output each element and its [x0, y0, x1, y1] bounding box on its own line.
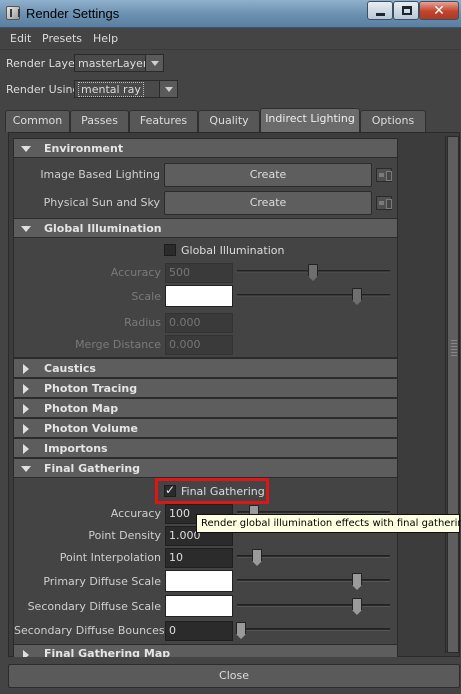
- maya-app-icon: [6, 6, 20, 20]
- section-title: Environment: [44, 142, 124, 155]
- vertical-scrollbar[interactable]: [445, 136, 459, 653]
- scrollbar-thumb[interactable]: [447, 136, 459, 653]
- tab-quality[interactable]: Quality: [198, 110, 260, 132]
- gi-checkbox[interactable]: [164, 244, 176, 256]
- section-final-gathering[interactable]: Final Gathering: [13, 458, 398, 478]
- ibl-create-button[interactable]: Create: [164, 163, 372, 187]
- tab-indirect-lighting[interactable]: Indirect Lighting: [260, 108, 360, 132]
- sun-sky-create-button[interactable]: Create: [164, 191, 372, 215]
- gi-merge-distance-label: Merge Distance: [75, 338, 161, 351]
- collapsed-triangle-icon: [23, 650, 29, 657]
- render-layer-label: Render Layer: [6, 57, 80, 70]
- fg-point-interpolation-label: Point Interpolation: [59, 551, 161, 564]
- window-title: Render Settings: [26, 6, 120, 21]
- section-title: Final Gathering Map: [44, 647, 171, 657]
- sun-sky-label: Physical Sun and Sky: [43, 196, 160, 209]
- tooltip: Render global illumination effects with …: [196, 514, 461, 533]
- fg-secondary-diffuse-slider-handle[interactable]: [352, 598, 362, 615]
- scroll-grip-icon: [451, 340, 457, 358]
- fg-secondary-bounces-slider-track[interactable]: [237, 628, 390, 631]
- gi-radius-field[interactable]: 0.000: [165, 313, 233, 333]
- collapsed-triangle-icon: [23, 364, 29, 374]
- tab-passes[interactable]: Passes: [70, 110, 129, 132]
- fg-secondary-diffuse-swatch[interactable]: [165, 595, 233, 617]
- tab-features[interactable]: Features: [129, 110, 198, 132]
- render-layer-value: masterLayer: [78, 57, 148, 70]
- section-photon-tracing[interactable]: Photon Tracing: [13, 378, 398, 398]
- fg-accuracy-label: Accuracy: [110, 507, 161, 520]
- menu-presets[interactable]: Presets: [42, 32, 82, 45]
- close-window-button[interactable]: ✕: [419, 1, 459, 20]
- gi-accuracy-label: Accuracy: [110, 266, 161, 279]
- section-environment[interactable]: Environment: [13, 138, 398, 158]
- section-photon-map[interactable]: Photon Map: [13, 398, 398, 418]
- render-using-value: mental ray: [78, 82, 144, 97]
- maximize-button[interactable]: [393, 1, 419, 20]
- expanded-triangle-icon: [21, 146, 31, 152]
- fg-point-interpolation-field[interactable]: 10: [165, 548, 233, 568]
- chevron-down-icon: [159, 81, 177, 97]
- render-using-dropdown[interactable]: mental ray: [74, 80, 178, 98]
- gi-accuracy-field[interactable]: 500: [165, 263, 233, 283]
- section-photon-volume[interactable]: Photon Volume: [13, 418, 398, 438]
- fg-secondary-diffuse-slider-track[interactable]: [237, 604, 390, 607]
- render-using-label: Render Using: [6, 83, 80, 96]
- gi-merge-distance-field[interactable]: 0.000: [165, 335, 233, 355]
- collapsed-triangle-icon: [23, 404, 29, 414]
- section-title: Final Gathering: [44, 462, 141, 475]
- minimize-icon: [376, 13, 385, 16]
- collapsed-triangle-icon: [23, 384, 29, 394]
- section-title: Global Illumination: [44, 222, 162, 235]
- fg-point-interpolation-slider-handle[interactable]: [252, 549, 262, 566]
- gi-scale-slider-track[interactable]: [237, 294, 390, 297]
- fg-point-density-label: Point Density: [88, 529, 161, 542]
- fg-secondary-diffuse-label: Secondary Diffuse Scale: [27, 600, 161, 613]
- collapsed-triangle-icon: [23, 424, 29, 434]
- render-layer-dropdown[interactable]: masterLayer: [74, 54, 164, 72]
- ibl-label: Image Based Lighting: [40, 168, 160, 181]
- menu-help[interactable]: Help: [93, 32, 118, 45]
- expanded-triangle-icon: [21, 226, 31, 232]
- gi-scale-slider-handle[interactable]: [352, 288, 362, 305]
- section-title: Photon Volume: [44, 422, 138, 435]
- fg-secondary-bounces-field[interactable]: 0: [165, 621, 233, 641]
- gi-accuracy-slider-handle[interactable]: [308, 264, 318, 281]
- section-title: Importons: [44, 442, 108, 455]
- map-button-icon[interactable]: [376, 196, 392, 210]
- gi-radius-label: Radius: [124, 316, 161, 329]
- chevron-down-icon: [145, 55, 163, 71]
- fg-secondary-bounces-slider-handle[interactable]: [236, 622, 246, 639]
- maximize-icon: [402, 6, 412, 15]
- section-title: Photon Tracing: [44, 382, 138, 395]
- gi-scale-color-swatch[interactable]: [165, 285, 233, 307]
- close-button[interactable]: Close: [8, 664, 460, 688]
- tab-options[interactable]: Options: [360, 110, 426, 132]
- fg-primary-diffuse-swatch[interactable]: [165, 570, 233, 592]
- section-title: Caustics: [44, 362, 96, 375]
- title-bar: Render Settings ✕: [0, 0, 461, 28]
- map-button-icon[interactable]: [376, 168, 392, 182]
- highlight-annotation: [155, 478, 269, 504]
- section-final-gathering-map[interactable]: Final Gathering Map: [13, 644, 398, 657]
- section-importons[interactable]: Importons: [13, 438, 398, 458]
- section-global-illumination[interactable]: Global Illumination: [13, 218, 398, 238]
- menu-edit[interactable]: Edit: [10, 32, 31, 45]
- collapsed-triangle-icon: [23, 444, 29, 454]
- expanded-triangle-icon: [21, 466, 31, 472]
- minimize-button[interactable]: [367, 1, 393, 20]
- close-icon: ✕: [433, 3, 445, 19]
- section-caustics[interactable]: Caustics: [13, 358, 398, 378]
- gi-scale-label: Scale: [131, 290, 161, 303]
- fg-primary-diffuse-slider-track[interactable]: [237, 579, 390, 582]
- menu-bar: Edit Presets Help: [0, 28, 461, 50]
- gi-checkbox-label: Global Illumination: [181, 244, 285, 257]
- fg-secondary-bounces-label: Secondary Diffuse Bounces: [14, 624, 165, 637]
- fg-primary-diffuse-label: Primary Diffuse Scale: [43, 575, 161, 588]
- fg-primary-diffuse-slider-handle[interactable]: [352, 573, 362, 590]
- section-title: Photon Map: [44, 402, 119, 415]
- tab-common[interactable]: Common: [5, 110, 70, 132]
